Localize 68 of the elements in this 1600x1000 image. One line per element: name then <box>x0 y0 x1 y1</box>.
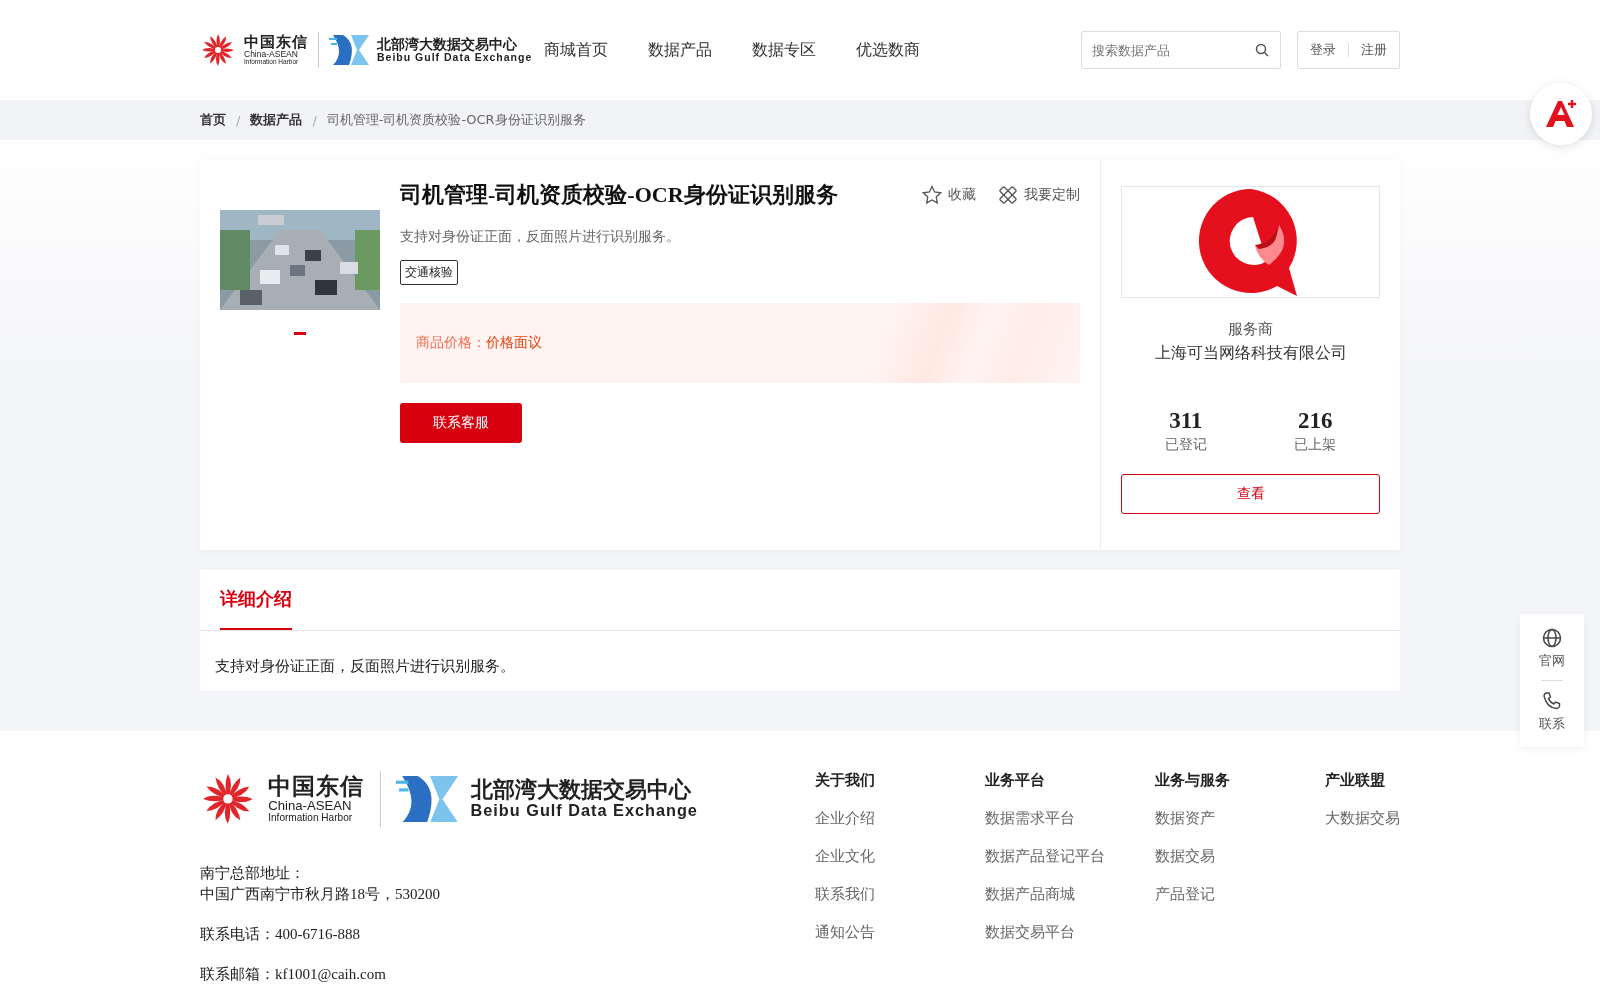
search-field[interactable]: 搜索数据产品 <box>1081 31 1281 69</box>
email-text: 联系邮箱：kf1001@caih.com <box>200 964 387 984</box>
logo-text: China-ASEAN <box>244 50 298 59</box>
breadcrumb-separator: / <box>236 112 241 128</box>
nav-link[interactable]: 数据产品 <box>648 39 713 61</box>
logo-text: 北部湾大数据交易中心 <box>377 36 518 52</box>
footer-heading: 关于我们 <box>815 771 876 790</box>
logo-text: 北部湾大数据交易中心 <box>470 778 692 802</box>
flower-logo-icon <box>200 32 236 68</box>
x-logo-icon <box>329 35 369 65</box>
logo-text: 中国东信 <box>268 774 365 799</box>
stat-value: 216 <box>1298 408 1333 434</box>
price-label: 商品价格： <box>416 334 486 352</box>
globe-icon <box>1542 628 1562 648</box>
auth-link[interactable]: 注册 <box>1361 41 1387 59</box>
footer-link[interactable]: 企业介绍 <box>815 809 985 828</box>
breadcrumb-current: 司机管理-司机资质校验-OCR身份证识别服务 <box>326 111 586 129</box>
footer-link[interactable]: 通知公告 <box>815 923 985 942</box>
stat-value: 311 <box>1169 408 1203 434</box>
price-value: 价格面议 <box>486 334 542 352</box>
footer-link[interactable]: 大数据交易 <box>1325 809 1400 828</box>
tag: 交通核验 <box>400 260 458 285</box>
auth-link[interactable]: 登录 <box>1310 41 1336 59</box>
customize-button[interactable]: 我要定制 <box>998 185 1080 205</box>
view-button[interactable]: 查看 <box>1121 474 1380 514</box>
footer-heading: 业务与服务 <box>1155 771 1231 790</box>
logo-text: Beibu Gulf Data Exchange <box>377 51 533 64</box>
nav-link[interactable]: 商城首页 <box>544 39 609 61</box>
footer-link[interactable]: 数据交易 <box>1155 847 1325 866</box>
tab[interactable]: 详细介绍 <box>220 570 292 630</box>
stat-label: 已登记 <box>1164 436 1207 454</box>
address-label: 南宁总部地址： <box>200 863 306 883</box>
logo-text: Information Harbor <box>268 812 354 824</box>
footer-link[interactable]: 数据产品登记平台 <box>985 847 1155 866</box>
breadcrumb-link[interactable]: 首页 <box>200 111 226 129</box>
breadcrumb-link[interactable]: 数据产品 <box>250 111 303 129</box>
footer-link[interactable]: 联系我们 <box>815 885 985 904</box>
detail-text: 支持对身份证正面，反面照片进行识别服务。 <box>215 657 515 675</box>
nav-link[interactable]: 数据专区 <box>752 39 817 61</box>
footer-link[interactable]: 产品登记 <box>1155 885 1325 904</box>
accessibility-icon <box>1544 99 1578 129</box>
address-text: 中国广西南宁市秋月路18号，530200 <box>200 884 441 904</box>
footer-link[interactable]: 数据需求平台 <box>985 809 1155 828</box>
product-title: 司机管理-司机资质校验-OCR身份证识别服务 <box>400 181 839 209</box>
logo-text: Beibu Gulf Data Exchange <box>470 801 698 820</box>
contact-button[interactable]: 联系 <box>1539 685 1565 739</box>
vendor-caption: 服务商 <box>1228 320 1273 339</box>
nav-link[interactable]: 优选数商 <box>856 39 921 61</box>
contact-service-button[interactable]: 联系客服 <box>400 403 522 443</box>
website-button[interactable]: 官网 <box>1539 622 1565 676</box>
footer-link[interactable]: 数据资产 <box>1155 809 1325 828</box>
footer-link[interactable]: 数据产品商城 <box>985 885 1155 904</box>
footer-heading: 业务平台 <box>985 771 1046 790</box>
product-description: 支持对身份证正面，反面照片进行识别服务。 <box>400 228 681 246</box>
search-icon[interactable] <box>1255 43 1269 57</box>
phone-text: 联系电话：400-6716-888 <box>200 924 361 944</box>
star-icon <box>922 185 942 205</box>
logo-text: 中国东信 <box>244 34 308 50</box>
footer-link[interactable]: 企业文化 <box>815 847 985 866</box>
phone-icon <box>1542 691 1562 711</box>
stat-label: 已上架 <box>1294 436 1337 454</box>
x-logo-icon <box>396 775 459 823</box>
breadcrumb-separator: / <box>312 112 317 128</box>
vendor-name: 上海可当网络科技有限公司 <box>1154 343 1347 364</box>
logo-text: China-ASEAN <box>268 798 352 813</box>
favorite-button[interactable]: 收藏 <box>922 185 976 205</box>
footer-link[interactable]: 数据交易平台 <box>985 923 1155 942</box>
footer-heading: 产业联盟 <box>1325 771 1386 790</box>
